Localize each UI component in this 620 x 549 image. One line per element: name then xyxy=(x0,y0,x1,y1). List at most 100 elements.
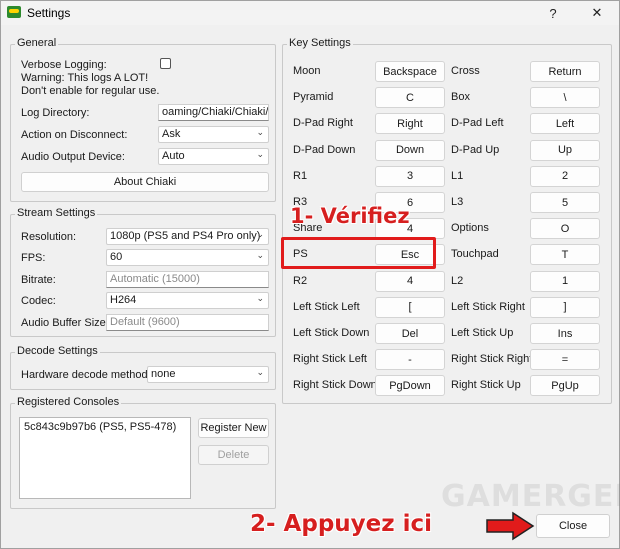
verbose-logging-label: Verbose Logging: xyxy=(21,59,107,71)
log-directory-field[interactable]: oaming/Chiaki/Chiaki/log xyxy=(158,104,269,121)
key-label-left-9: Left Stick Left xyxy=(293,300,360,313)
gamergen-watermark: GAMERGEN xyxy=(441,479,620,514)
key-binding-button-right-10[interactable]: Ins xyxy=(530,323,600,344)
resolution-label: Resolution: xyxy=(21,231,77,243)
audio-output-device-label: Audio Output Device: xyxy=(21,151,125,163)
key-binding-button-left-2[interactable]: Right xyxy=(375,113,445,135)
key-binding-button-right-6[interactable]: O xyxy=(530,218,600,240)
key-label-left-4: R1 xyxy=(293,169,308,182)
key-label-left-3: D-Pad Down xyxy=(293,143,356,156)
key-label-right-8: L2 xyxy=(451,274,464,287)
verbose-warning-line-1: Warning: This logs A LOT! xyxy=(21,72,149,84)
step1-annotation: 1- Vérifiez xyxy=(290,204,410,228)
list-item[interactable]: 5c843c9b97b6 (PS5, PS5-478) xyxy=(24,421,186,433)
key-binding-button-left-3[interactable]: Down xyxy=(375,139,445,161)
key-label-right-7: Touchpad xyxy=(451,248,499,261)
key-label-left-8: R2 xyxy=(293,274,308,287)
key-label-right-4: L1 xyxy=(451,169,464,182)
key-binding-button-right-9[interactable]: ] xyxy=(530,296,600,318)
chevron-down-icon: ⌄ xyxy=(256,367,264,377)
delete-console-button[interactable]: Delete xyxy=(198,445,269,465)
action-on-disconnect-value: Ask xyxy=(162,128,181,140)
key-label-right-3: D-Pad Up xyxy=(451,143,500,156)
key-binding-button-left-11[interactable]: - xyxy=(375,349,445,371)
chevron-down-icon: ⌄ xyxy=(256,293,264,303)
key-binding-button-right-0[interactable]: Return xyxy=(530,61,600,82)
about-chiaki-button[interactable]: About Chiaki xyxy=(21,172,269,192)
title-bar[interactable]: Settings ? ✕ xyxy=(1,1,619,25)
chevron-down-icon: ⌄ xyxy=(256,229,264,239)
key-binding-button-left-4[interactable]: 3 xyxy=(375,165,445,187)
chevron-down-icon: ⌄ xyxy=(256,127,264,137)
key-binding-button-left-0[interactable]: Backspace xyxy=(375,61,445,82)
key-binding-button-right-8[interactable]: 1 xyxy=(530,270,600,292)
chiaki-app-icon xyxy=(7,6,21,18)
chevron-down-icon: ⌄ xyxy=(256,149,264,159)
fps-value: 60 xyxy=(110,251,123,263)
codec-value: H264 xyxy=(110,294,137,306)
close-button[interactable]: Close xyxy=(536,514,610,538)
key-binding-button-left-10[interactable]: Del xyxy=(375,323,445,344)
key-settings-title: Key Settings xyxy=(287,37,353,49)
ps-highlight-box xyxy=(281,237,436,269)
key-label-right-6: Options xyxy=(451,222,489,235)
key-label-right-11: Right Stick Right xyxy=(451,353,533,366)
action-on-disconnect-label: Action on Disconnect: xyxy=(21,129,128,141)
register-new-button[interactable]: Register New xyxy=(198,418,269,438)
key-label-left-11: Right Stick Left xyxy=(293,353,367,366)
help-button[interactable]: ? xyxy=(531,1,575,25)
consoles-list[interactable]: 5c843c9b97b6 (PS5, PS5-478) xyxy=(19,417,191,499)
key-label-right-9: Left Stick Right xyxy=(451,300,525,313)
audio-output-device-select[interactable]: Auto ⌄ xyxy=(158,148,269,165)
key-binding-button-right-3[interactable]: Up xyxy=(530,139,600,161)
resolution-value: 1080p (PS5 and PS4 Pro only) xyxy=(110,230,261,242)
audio-output-device-value: Auto xyxy=(162,150,185,162)
hardware-decode-select[interactable]: none ⌄ xyxy=(147,366,269,383)
key-binding-button-left-8[interactable]: 4 xyxy=(375,270,445,292)
bitrate-field[interactable]: Automatic (15000) xyxy=(106,271,269,288)
action-on-disconnect-select[interactable]: Ask ⌄ xyxy=(158,126,269,143)
verbose-warning-line-2: Don't enable for regular use. xyxy=(21,85,160,97)
registered-consoles-title: Registered Consoles xyxy=(15,396,122,408)
resolution-select[interactable]: 1080p (PS5 and PS4 Pro only) ⌄ xyxy=(106,228,269,245)
audio-buffer-size-field[interactable]: Default (9600) xyxy=(106,314,269,331)
fps-select[interactable]: 60 ⌄ xyxy=(106,249,269,266)
chevron-down-icon: ⌄ xyxy=(256,250,264,260)
hardware-decode-label: Hardware decode method: xyxy=(21,369,151,381)
key-binding-button-right-5[interactable]: 5 xyxy=(530,192,600,213)
key-binding-button-right-11[interactable]: = xyxy=(530,349,600,371)
stream-settings-title: Stream Settings xyxy=(15,207,98,219)
key-binding-button-right-2[interactable]: Left xyxy=(530,113,600,135)
key-label-right-5: L3 xyxy=(451,196,464,208)
hardware-decode-value: none xyxy=(151,368,176,380)
audio-buffer-size-label: Audio Buffer Size: xyxy=(21,317,109,329)
key-label-left-10: Left Stick Down xyxy=(293,327,370,339)
fps-label: FPS: xyxy=(21,252,46,264)
key-label-left-1: Pyramid xyxy=(293,91,334,104)
key-label-left-0: Moon xyxy=(293,65,321,77)
key-label-right-10: Left Stick Up xyxy=(451,327,514,339)
arrow-right-icon xyxy=(486,511,535,541)
key-binding-button-right-12[interactable]: PgUp xyxy=(530,375,600,397)
step2-annotation: 2- Appuyez ici xyxy=(250,511,433,537)
key-label-right-1: Box xyxy=(451,91,470,104)
codec-select[interactable]: H264 ⌄ xyxy=(106,292,269,309)
decode-settings-title: Decode Settings xyxy=(15,345,100,357)
settings-window: Settings ? ✕ General Verbose Logging: Wa… xyxy=(0,0,620,549)
general-group-title: General xyxy=(15,37,59,49)
window-title: Settings xyxy=(27,6,71,20)
key-binding-button-right-7[interactable]: T xyxy=(530,244,600,266)
key-binding-button-right-1[interactable]: \ xyxy=(530,87,600,109)
log-directory-label: Log Directory: xyxy=(21,107,90,119)
verbose-logging-checkbox[interactable] xyxy=(160,58,171,69)
key-label-right-12: Right Stick Up xyxy=(451,379,521,392)
key-binding-button-right-4[interactable]: 2 xyxy=(530,165,600,187)
key-binding-button-left-9[interactable]: [ xyxy=(375,296,445,318)
key-binding-button-left-12[interactable]: PgDown xyxy=(375,375,445,397)
key-label-right-0: Cross xyxy=(451,65,480,77)
bitrate-label: Bitrate: xyxy=(21,274,56,286)
key-label-right-2: D-Pad Left xyxy=(451,117,504,130)
window-close-button[interactable]: ✕ xyxy=(575,1,619,25)
key-binding-button-left-1[interactable]: C xyxy=(375,87,445,109)
key-label-left-12: Right Stick Down xyxy=(293,379,377,392)
